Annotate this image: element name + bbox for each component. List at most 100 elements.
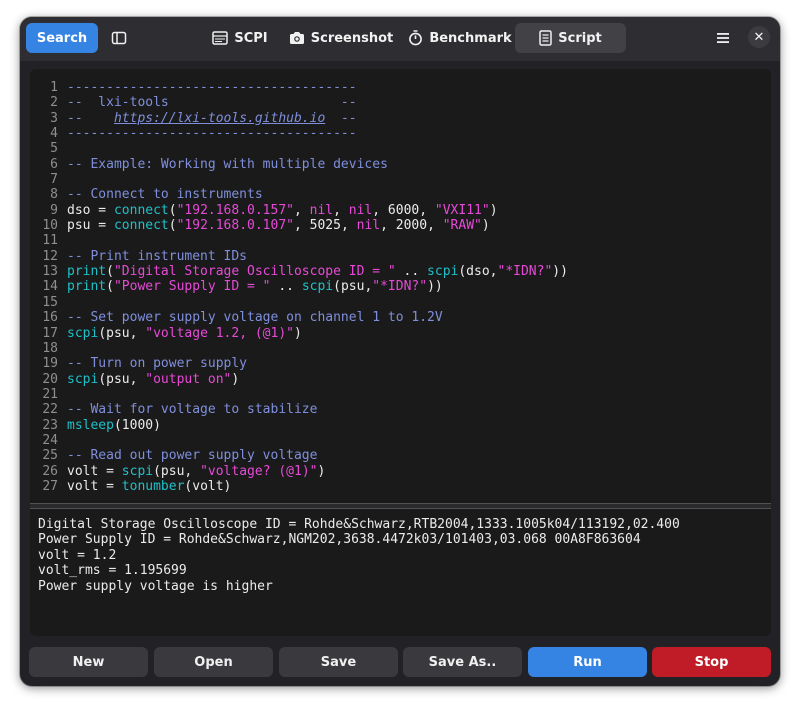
tab-screenshot[interactable]: Screenshot: [289, 23, 394, 53]
code-text: -------------------------------------: [67, 80, 357, 95]
code-token: ,: [294, 202, 310, 218]
code-token: "*IDN?": [372, 279, 428, 295]
code-token: (psu,: [153, 463, 201, 479]
code-token: print: [67, 264, 107, 280]
line-number: 23: [42, 417, 58, 433]
code-token: (: [106, 279, 114, 295]
code-token: scpi: [121, 463, 154, 479]
tab-scpi[interactable]: SCPI: [196, 23, 284, 53]
code-line: 8 -- Connect to instruments: [30, 187, 771, 202]
code-token: (: [168, 202, 177, 218]
code-token: --: [67, 110, 114, 126]
code-line: 23 msleep(1000): [30, 418, 771, 433]
tab-label: Screenshot: [310, 30, 394, 46]
code-line: 13 print("Digital Storage Oscilloscope ID…: [30, 264, 771, 279]
code-line: 22 -- Wait for voltage to stabilize: [30, 402, 771, 417]
line-number: 7: [50, 172, 58, 188]
code-token: -- Turn on power supply: [67, 356, 248, 372]
code-token: -- Wait for voltage to stabilize: [67, 402, 318, 418]
code-line: 15: [30, 295, 771, 310]
code-line: 18: [30, 341, 771, 356]
code-text: -- Print instrument IDs: [67, 249, 247, 264]
main-menu-button[interactable]: [710, 23, 736, 53]
code-line: 9 dso = connect("192.168.0.157", nil, nil…: [30, 203, 771, 218]
code-token: -- Print instrument IDs: [67, 248, 248, 264]
code-token: (1000): [113, 417, 161, 433]
code-token: ): [294, 325, 302, 341]
code-token: connect: [113, 202, 169, 218]
tab-script[interactable]: Script: [515, 23, 626, 53]
code-token: (psu,: [333, 279, 373, 295]
stop-button[interactable]: Stop: [652, 647, 771, 677]
code-line: 5: [30, 141, 771, 156]
header-bar: Search SCPI Screenshot Benchmark Script …: [20, 17, 780, 61]
hamburger-menu-icon: [717, 32, 729, 44]
code-text: scpi(psu, "output on"): [67, 372, 239, 387]
code-line: 24: [30, 433, 771, 448]
code-token: "RAW": [442, 218, 482, 234]
code-line: 12 -- Print instrument IDs: [30, 249, 771, 264]
code-text: volt = scpi(psu, "voltage? (@1)"): [67, 464, 325, 479]
line-number: 10: [42, 218, 58, 234]
output-line: volt = 1.2: [38, 547, 117, 563]
sidebar-toggle-button[interactable]: [106, 23, 132, 53]
code-token: scpi: [67, 371, 99, 387]
sidebar-icon: [111, 30, 127, 46]
code-line: 10 psu = connect("192.168.0.107", 5025, n…: [30, 218, 771, 233]
code-line: 6 -- Example: Working with multiple devic…: [30, 157, 771, 172]
code-line: 1 -------------------------------------: [30, 80, 771, 95]
code-token: volt =: [67, 463, 122, 479]
close-window-button[interactable]: ✕: [748, 26, 770, 48]
code-line: 3 -- https://lxi-tools.github.io --: [30, 111, 771, 126]
code-text: -- lxi-tools --: [67, 95, 357, 110]
line-number: 1: [50, 80, 58, 95]
search-button[interactable]: Search: [26, 23, 98, 53]
code-text: print("Power Supply ID = " .. scpi(psu,"…: [67, 279, 443, 294]
open-button[interactable]: Open: [154, 647, 273, 677]
line-number: 8: [50, 187, 58, 203]
tab-label: Script: [558, 30, 602, 46]
output-line: volt_rms = 1.195699: [38, 563, 187, 579]
code-token: -- lxi-tools --: [67, 95, 357, 111]
line-number: 19: [42, 356, 58, 372]
line-number: 25: [42, 448, 58, 464]
code-token: -- Connect to instruments: [67, 187, 263, 203]
line-number: 2: [50, 95, 58, 111]
output-text: Digital Storage Oscilloscope ID = Rohde&…: [38, 517, 680, 594]
save-as-button[interactable]: Save As..: [403, 647, 522, 677]
code-token: (psu,: [98, 371, 146, 387]
save-button[interactable]: Save: [279, 647, 398, 677]
script-editor[interactable]: 1 ------------------------------------- 2-…: [30, 69, 771, 503]
code-line: 20 scpi(psu, "output on"): [30, 372, 771, 387]
code-token: (: [106, 264, 114, 280]
document-icon: [539, 30, 553, 46]
code-token: ..: [395, 264, 428, 280]
line-number: 13: [42, 264, 58, 280]
code-text: -- https://lxi-tools.github.io --: [67, 111, 357, 126]
code-token: nil: [356, 218, 381, 234]
code-area[interactable]: 1 ------------------------------------- 2-…: [30, 80, 771, 494]
line-number: 11: [42, 233, 58, 249]
code-line: 4 -------------------------------------: [30, 126, 771, 141]
code-token: "VXI11": [434, 202, 490, 218]
run-button[interactable]: Run: [528, 647, 647, 677]
code-line: 27 volt = tonumber(volt): [30, 479, 771, 494]
code-token: ): [231, 371, 240, 387]
code-token: print: [67, 279, 107, 295]
code-token: , 6000,: [372, 202, 435, 218]
code-token: -- Example: Working with multiple device…: [67, 156, 388, 172]
code-text: psu = connect("192.168.0.107", 5025, nil…: [67, 218, 490, 233]
code-token: ..: [270, 279, 302, 295]
camera-icon: [289, 31, 305, 45]
code-token: )): [552, 264, 568, 280]
output-line: Digital Storage Oscilloscope ID = Rohde&…: [38, 517, 680, 532]
tab-benchmark[interactable]: Benchmark: [402, 23, 518, 53]
code-line: 19 -- Turn on power supply: [30, 356, 771, 371]
code-link[interactable]: https://lxi-tools.github.io: [114, 111, 325, 126]
code-token: tonumber: [121, 478, 185, 494]
line-number: 3: [50, 110, 58, 126]
line-number: 26: [42, 463, 58, 479]
new-button[interactable]: New: [29, 647, 148, 677]
code-token: (volt): [184, 478, 232, 494]
line-number: 5: [50, 141, 58, 157]
